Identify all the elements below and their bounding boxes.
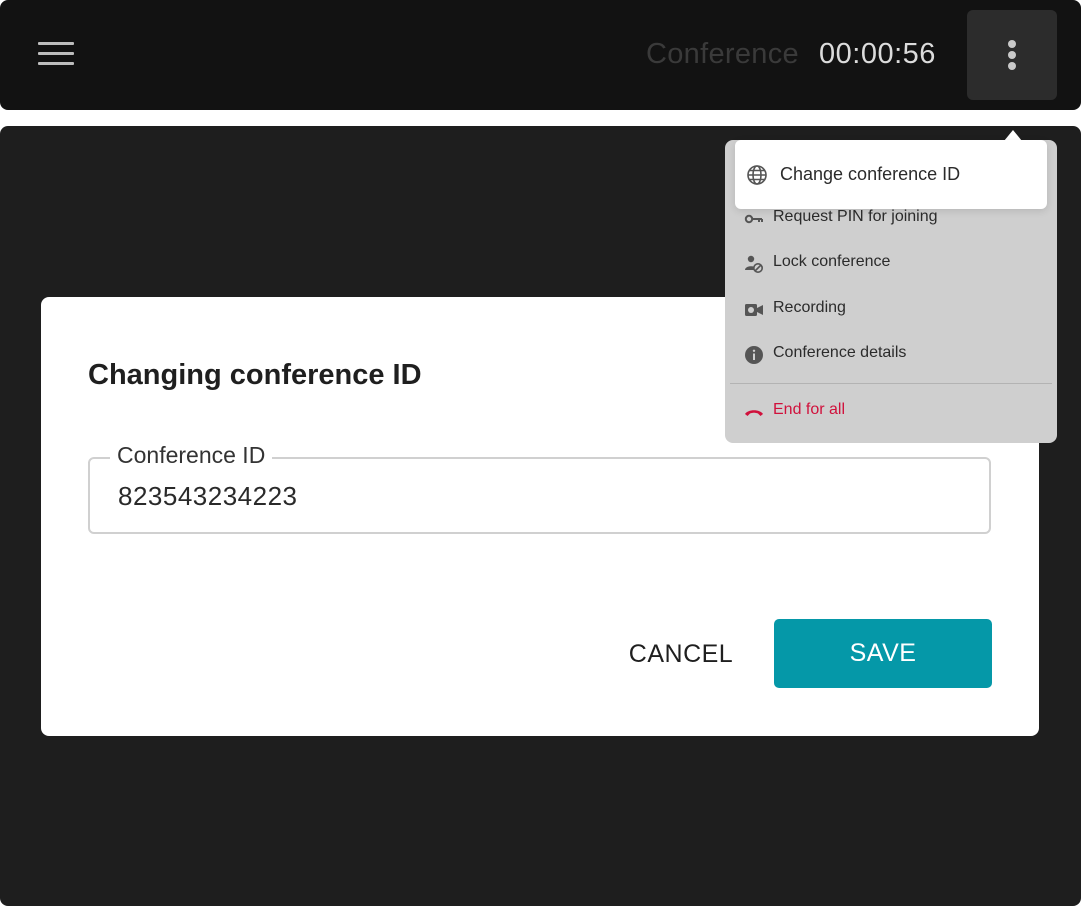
menu-item-label: Conference details	[773, 344, 907, 361]
menu-item-recording[interactable]: Recording	[725, 289, 1057, 329]
menu-item-change-conference-id[interactable]: Change conference ID	[735, 140, 1047, 209]
user-block-icon	[745, 255, 763, 273]
dialog-title: Changing conference ID	[88, 359, 422, 391]
menu-item-label: Change conference ID	[780, 164, 961, 184]
video-camera-icon	[745, 304, 763, 316]
top-bar: Conference 00:00:56	[0, 0, 1081, 110]
cancel-button[interactable]: CANCEL	[616, 620, 746, 688]
phone-hangup-icon	[745, 410, 763, 416]
conference-title: Conference	[646, 38, 799, 70]
more-options-button[interactable]	[967, 10, 1057, 100]
more-vertical-icon	[1008, 40, 1016, 48]
conference-id-label: Conference ID	[110, 442, 273, 469]
conference-id-input[interactable]	[118, 481, 958, 512]
menu-item-lock-conference[interactable]: Lock conference	[725, 243, 1057, 283]
key-icon	[744, 214, 763, 224]
globe-icon	[747, 165, 767, 185]
save-button[interactable]: SAVE	[774, 619, 992, 688]
hamburger-menu-icon[interactable]	[38, 42, 76, 68]
menu-item-label: Lock conference	[773, 253, 891, 270]
conference-timer: 00:00:56	[819, 38, 936, 70]
menu-divider	[730, 383, 1052, 384]
info-icon	[745, 346, 763, 364]
menu-item-conference-details[interactable]: Conference details	[725, 334, 1057, 374]
conference-id-field[interactable]: Conference ID	[88, 442, 991, 534]
menu-item-label: Recording	[773, 299, 846, 316]
menu-item-label: Request PIN for joining	[773, 208, 938, 225]
menu-item-end-for-all[interactable]: End for all	[725, 391, 1057, 431]
menu-item-label: End for all	[773, 401, 846, 418]
